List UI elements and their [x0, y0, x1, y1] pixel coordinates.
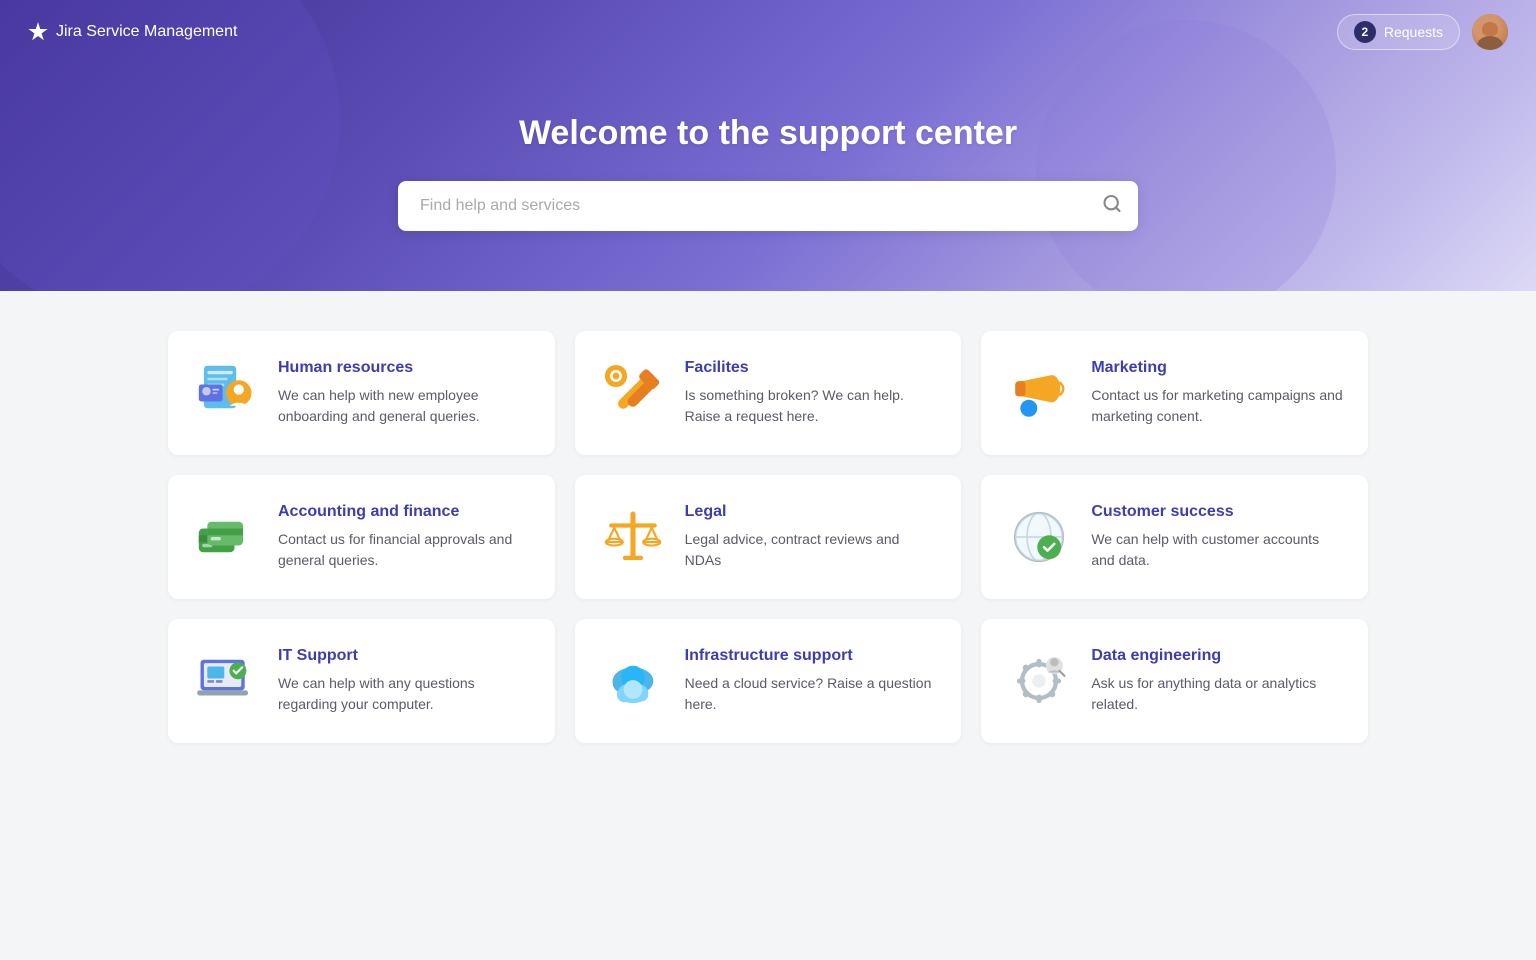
card-title-legal: Legal	[685, 503, 938, 521]
search-icon	[1102, 194, 1122, 214]
card-icon-legal	[599, 503, 667, 571]
card-marketing[interactable]: Marketing Contact us for marketing campa…	[981, 331, 1368, 455]
card-title-it-support: IT Support	[278, 647, 531, 665]
card-infrastructure-support[interactable]: Infrastructure support Need a cloud serv…	[575, 619, 962, 743]
card-icon-customer-success	[1005, 503, 1073, 571]
card-text-accounting-finance: Accounting and finance Contact us for fi…	[278, 503, 531, 571]
cards-section: Human resources We can help with new emp…	[138, 291, 1398, 783]
card-text-marketing: Marketing Contact us for marketing campa…	[1091, 359, 1344, 427]
card-text-customer-success: Customer success We can help with custom…	[1091, 503, 1344, 571]
card-desc-marketing: Contact us for marketing campaigns and m…	[1091, 385, 1344, 427]
avatar[interactable]	[1472, 14, 1508, 50]
card-facilites[interactable]: Facilites Is something broken? We can he…	[575, 331, 962, 455]
card-title-infrastructure-support: Infrastructure support	[685, 647, 938, 665]
card-desc-legal: Legal advice, contract reviews and NDAs	[685, 529, 938, 571]
card-text-data-engineering: Data engineering Ask us for anything dat…	[1091, 647, 1344, 715]
card-text-legal: Legal Legal advice, contract reviews and…	[685, 503, 938, 571]
card-icon-data-engineering	[1005, 647, 1073, 715]
card-icon-human-resources	[192, 359, 260, 427]
card-title-data-engineering: Data engineering	[1091, 647, 1344, 665]
card-title-facilites: Facilites	[685, 359, 938, 377]
card-legal[interactable]: Legal Legal advice, contract reviews and…	[575, 475, 962, 599]
card-icon-facilites	[599, 359, 667, 427]
brand-icon	[28, 22, 48, 42]
card-text-it-support: IT Support We can help with any question…	[278, 647, 531, 715]
card-desc-infrastructure-support: Need a cloud service? Raise a question h…	[685, 673, 938, 715]
card-icon-it-support	[192, 647, 260, 715]
card-desc-data-engineering: Ask us for anything data or analytics re…	[1091, 673, 1344, 715]
search-input[interactable]	[398, 181, 1138, 231]
brand: Jira Service Management	[28, 22, 237, 42]
search-container	[398, 181, 1138, 231]
card-icon-marketing	[1005, 359, 1073, 427]
hero-title: Welcome to the support center	[20, 114, 1516, 153]
card-it-support[interactable]: IT Support We can help with any question…	[168, 619, 555, 743]
hero-content: Welcome to the support center	[0, 64, 1536, 231]
card-icon-infrastructure-support	[599, 647, 667, 715]
card-text-infrastructure-support: Infrastructure support Need a cloud serv…	[685, 647, 938, 715]
navbar: Jira Service Management 2 Requests	[0, 0, 1536, 64]
card-desc-human-resources: We can help with new employee onboarding…	[278, 385, 531, 427]
card-data-engineering[interactable]: Data engineering Ask us for anything dat…	[981, 619, 1368, 743]
card-text-human-resources: Human resources We can help with new emp…	[278, 359, 531, 427]
search-button[interactable]	[1102, 194, 1122, 219]
requests-label: Requests	[1384, 24, 1443, 40]
card-desc-facilites: Is something broken? We can help. Raise …	[685, 385, 938, 427]
card-title-marketing: Marketing	[1091, 359, 1344, 377]
requests-button[interactable]: 2 Requests	[1337, 14, 1460, 50]
card-desc-customer-success: We can help with customer accounts and d…	[1091, 529, 1344, 571]
cards-grid: Human resources We can help with new emp…	[168, 331, 1368, 743]
card-title-human-resources: Human resources	[278, 359, 531, 377]
brand-name: Jira Service Management	[56, 23, 237, 41]
navbar-right: 2 Requests	[1337, 14, 1508, 50]
requests-badge: 2	[1354, 21, 1376, 43]
card-title-accounting-finance: Accounting and finance	[278, 503, 531, 521]
card-desc-accounting-finance: Contact us for financial approvals and g…	[278, 529, 531, 571]
card-accounting-finance[interactable]: Accounting and finance Contact us for fi…	[168, 475, 555, 599]
card-text-facilites: Facilites Is something broken? We can he…	[685, 359, 938, 427]
hero-section: Jira Service Management 2 Requests Welco…	[0, 0, 1536, 291]
card-human-resources[interactable]: Human resources We can help with new emp…	[168, 331, 555, 455]
card-desc-it-support: We can help with any questions regarding…	[278, 673, 531, 715]
card-icon-accounting-finance	[192, 503, 260, 571]
card-customer-success[interactable]: Customer success We can help with custom…	[981, 475, 1368, 599]
card-title-customer-success: Customer success	[1091, 503, 1344, 521]
avatar-face	[1472, 14, 1508, 50]
